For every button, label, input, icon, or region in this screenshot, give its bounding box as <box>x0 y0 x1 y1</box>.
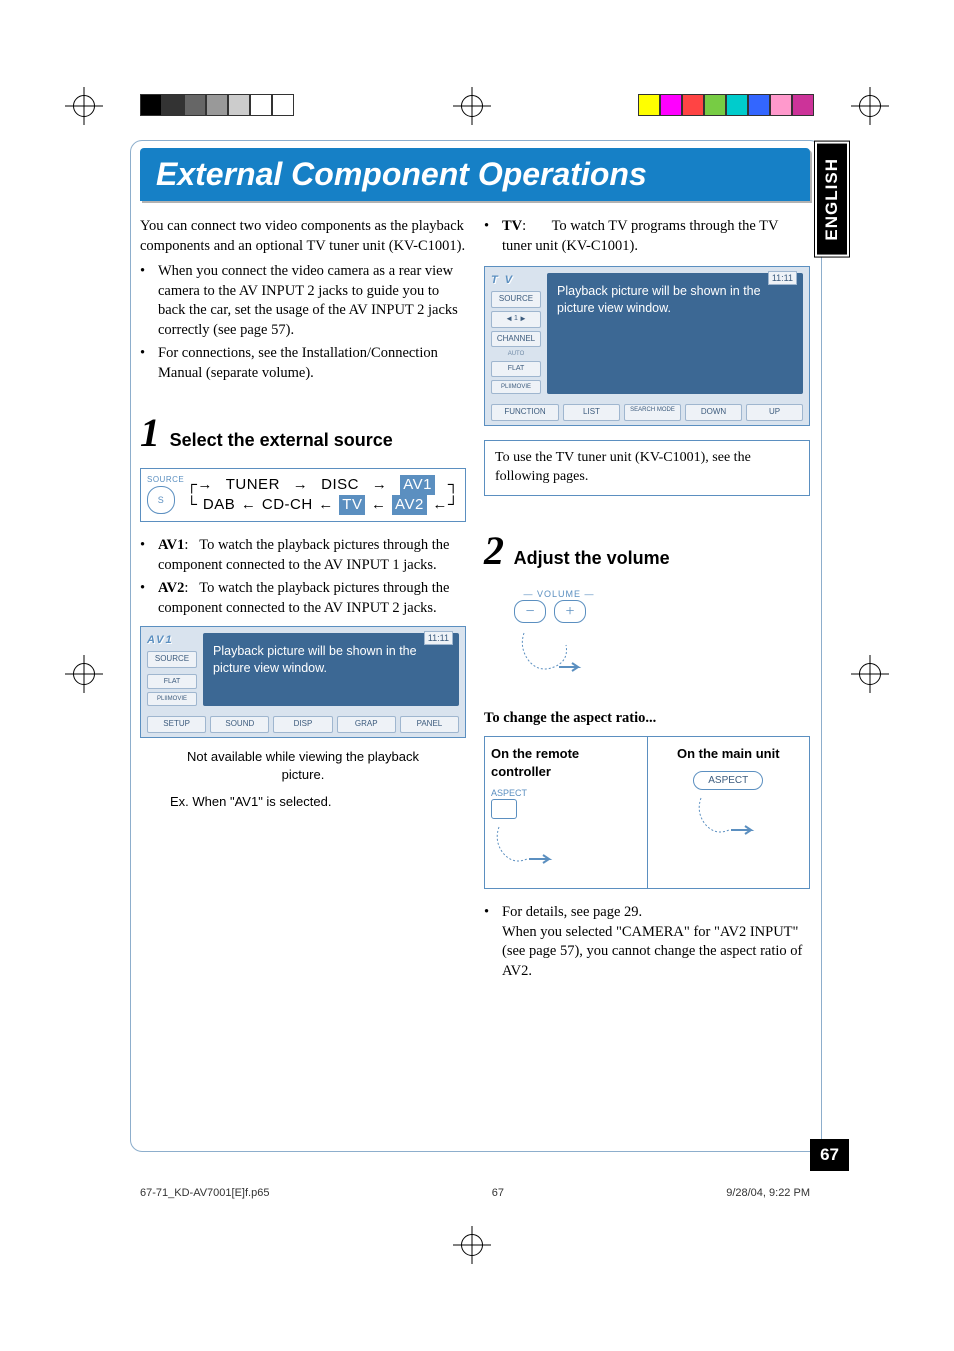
av1-caption-2: Ex. When "AV1" is selected. <box>140 793 466 811</box>
registration-mark <box>856 92 884 120</box>
aspect-main-button: ASPECT <box>693 771 763 791</box>
av1-caption-1: Not available while viewing the playback… <box>140 748 466 783</box>
grayscale-bar <box>140 94 294 116</box>
intro-bullet-2: For connections, see the Installation/Co… <box>158 344 466 383</box>
registration-mark <box>458 92 486 120</box>
color-bar <box>638 94 814 116</box>
step-2-label: Adjust the volume <box>514 548 670 568</box>
page-number: 67 <box>810 1139 849 1171</box>
step-1-number: 1 <box>140 410 160 455</box>
press-gesture-icon <box>491 819 561 874</box>
intro-text: You can connect two video components as … <box>140 217 466 256</box>
tv-ui-screenshot: T V SOURCE ◄1► CHANNEL AUTO FLAT PLIIMOV… <box>484 266 810 426</box>
registration-mark <box>458 1231 486 1259</box>
press-gesture-icon <box>514 623 584 678</box>
chapter-title: External Component Operations <box>140 148 810 201</box>
source-chain-diagram: SOURCE S ┌→TUNER→DISC→AV1┐ └DAB←CD-CH←TV… <box>140 468 466 523</box>
ui-source-button: SOURCE <box>147 651 197 668</box>
page-footer: 67-71_KD-AV7001[E]f.p65 67 9/28/04, 9:22… <box>140 1187 810 1199</box>
intro-bullet-1: When you connect the video camera as a r… <box>158 262 466 340</box>
language-tab: ENGLISH <box>815 142 849 257</box>
tv-tuner-note: To use the TV tuner unit (KV-C1001), see… <box>484 440 810 496</box>
aspect-control-box: On the remote controller ASPECT On the m… <box>484 736 810 889</box>
volume-control-diagram: — VOLUME — − + <box>484 588 810 685</box>
registration-mark <box>70 660 98 688</box>
registration-mark <box>70 92 98 120</box>
step-2-number: 2 <box>484 528 504 573</box>
aspect-heading: To change the aspect ratio... <box>484 709 810 729</box>
av1-ui-screenshot: AV1 SOURCE FLAT PLIIMOVIE 11:11 Playback… <box>140 626 466 738</box>
step-1-label: Select the external source <box>170 430 393 450</box>
press-gesture-icon <box>693 790 763 845</box>
registration-mark <box>856 660 884 688</box>
